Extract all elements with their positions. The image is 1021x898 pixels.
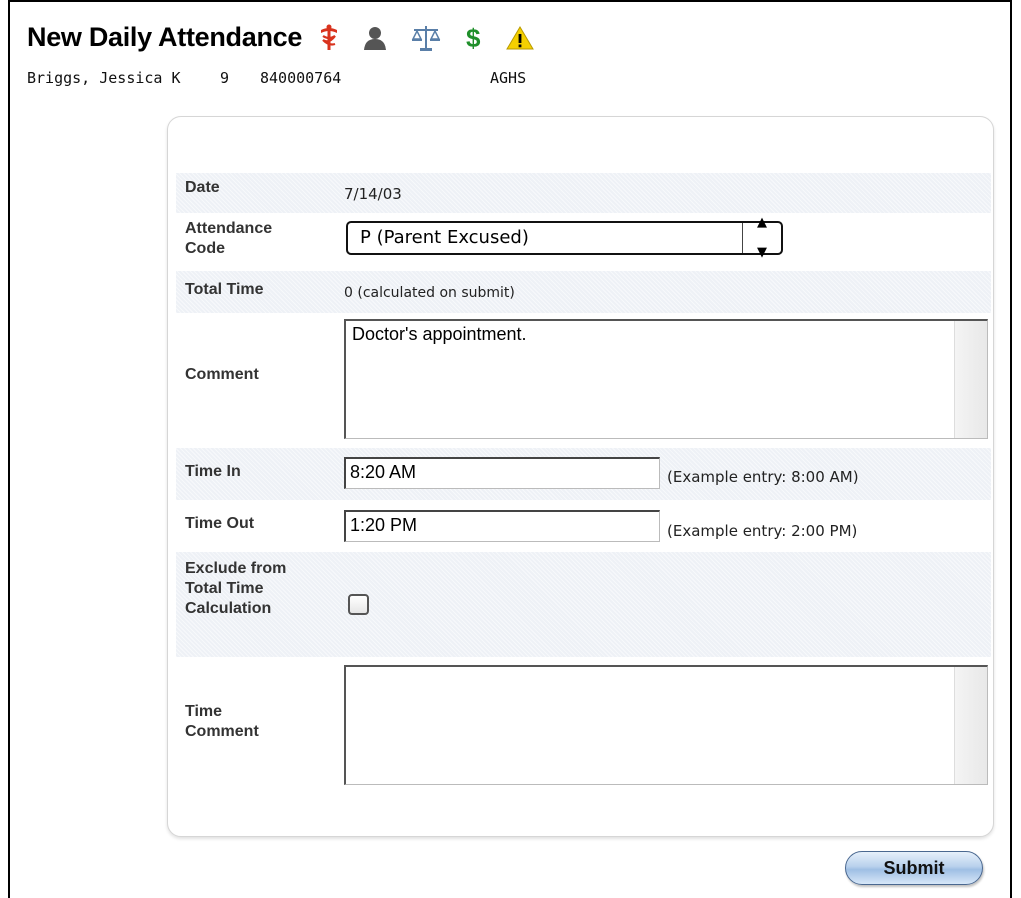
date-row: Date 7/14/03: [176, 173, 991, 213]
time-in-label: Time In: [185, 463, 241, 480]
time-in-hint: (Example entry: 8:00 AM): [667, 468, 859, 486]
comment-textarea[interactable]: Doctor's appointment.: [344, 319, 988, 439]
medical-icon[interactable]: [318, 24, 340, 52]
page-header: New Daily Attendance $: [27, 22, 534, 53]
student-school: AGHS: [490, 69, 527, 87]
total-time-row: Total Time 0 (calculated on submit): [176, 271, 991, 313]
time-comment-row: Time Comment: [176, 657, 991, 792]
scales-icon[interactable]: [410, 24, 442, 52]
time-in-input[interactable]: 8:20 AM: [344, 457, 660, 489]
warning-icon[interactable]: [506, 25, 534, 51]
time-out-input[interactable]: 1:20 PM: [344, 510, 660, 542]
time-comment-scrollbar[interactable]: [954, 667, 987, 784]
time-comment-textarea[interactable]: [344, 665, 988, 785]
student-name: Briggs, Jessica K: [27, 69, 181, 87]
student-alert-icons: $: [318, 24, 534, 52]
date-value: 7/14/03: [344, 185, 402, 203]
attendance-code-row: Attendance Code P (Parent Excused) ▲ ▼: [176, 213, 991, 271]
time-out-hint: (Example entry: 2:00 PM): [667, 522, 858, 540]
submit-button[interactable]: Submit: [845, 851, 983, 885]
person-icon[interactable]: [362, 25, 388, 51]
time-comment-label: Time Comment: [185, 703, 259, 740]
exclude-checkbox[interactable]: [348, 594, 369, 615]
dollar-icon[interactable]: $: [464, 24, 484, 52]
comment-label: Comment: [185, 366, 259, 383]
student-grade: 9: [220, 69, 230, 87]
student-id: 840000764: [260, 69, 342, 87]
select-stepper-icon: ▲ ▼: [742, 215, 781, 260]
attendance-code-label: Attendance Code: [185, 220, 273, 257]
comment-scrollbar[interactable]: [954, 321, 987, 438]
exclude-row: Exclude from Total Time Calculation: [176, 552, 991, 657]
attendance-code-select[interactable]: P (Parent Excused) ▲ ▼: [346, 215, 783, 260]
time-in-value: 8:20 AM: [350, 462, 417, 482]
comment-text: Doctor's appointment.: [352, 324, 527, 344]
attendance-form-panel: Date 7/14/03 Attendance Code P (Parent E…: [167, 116, 994, 837]
attendance-code-value: P (Parent Excused): [360, 227, 529, 248]
page-title: New Daily Attendance: [27, 22, 303, 52]
date-label: Date: [185, 179, 220, 196]
total-time-label: Total Time: [185, 281, 264, 298]
exclude-label: Exclude from Total Time Calculation: [185, 560, 287, 617]
svg-text:$: $: [466, 24, 481, 52]
time-in-row: Time In 8:20 AM (Example entry: 8:00 AM): [176, 448, 991, 500]
total-time-value: 0 (calculated on submit): [344, 285, 515, 301]
time-out-row: Time Out 1:20 PM (Example entry: 2:00 PM…: [176, 500, 991, 552]
comment-row: Comment Doctor's appointment.: [176, 313, 991, 448]
time-out-value: 1:20 PM: [350, 515, 418, 535]
time-out-label: Time Out: [185, 515, 255, 532]
